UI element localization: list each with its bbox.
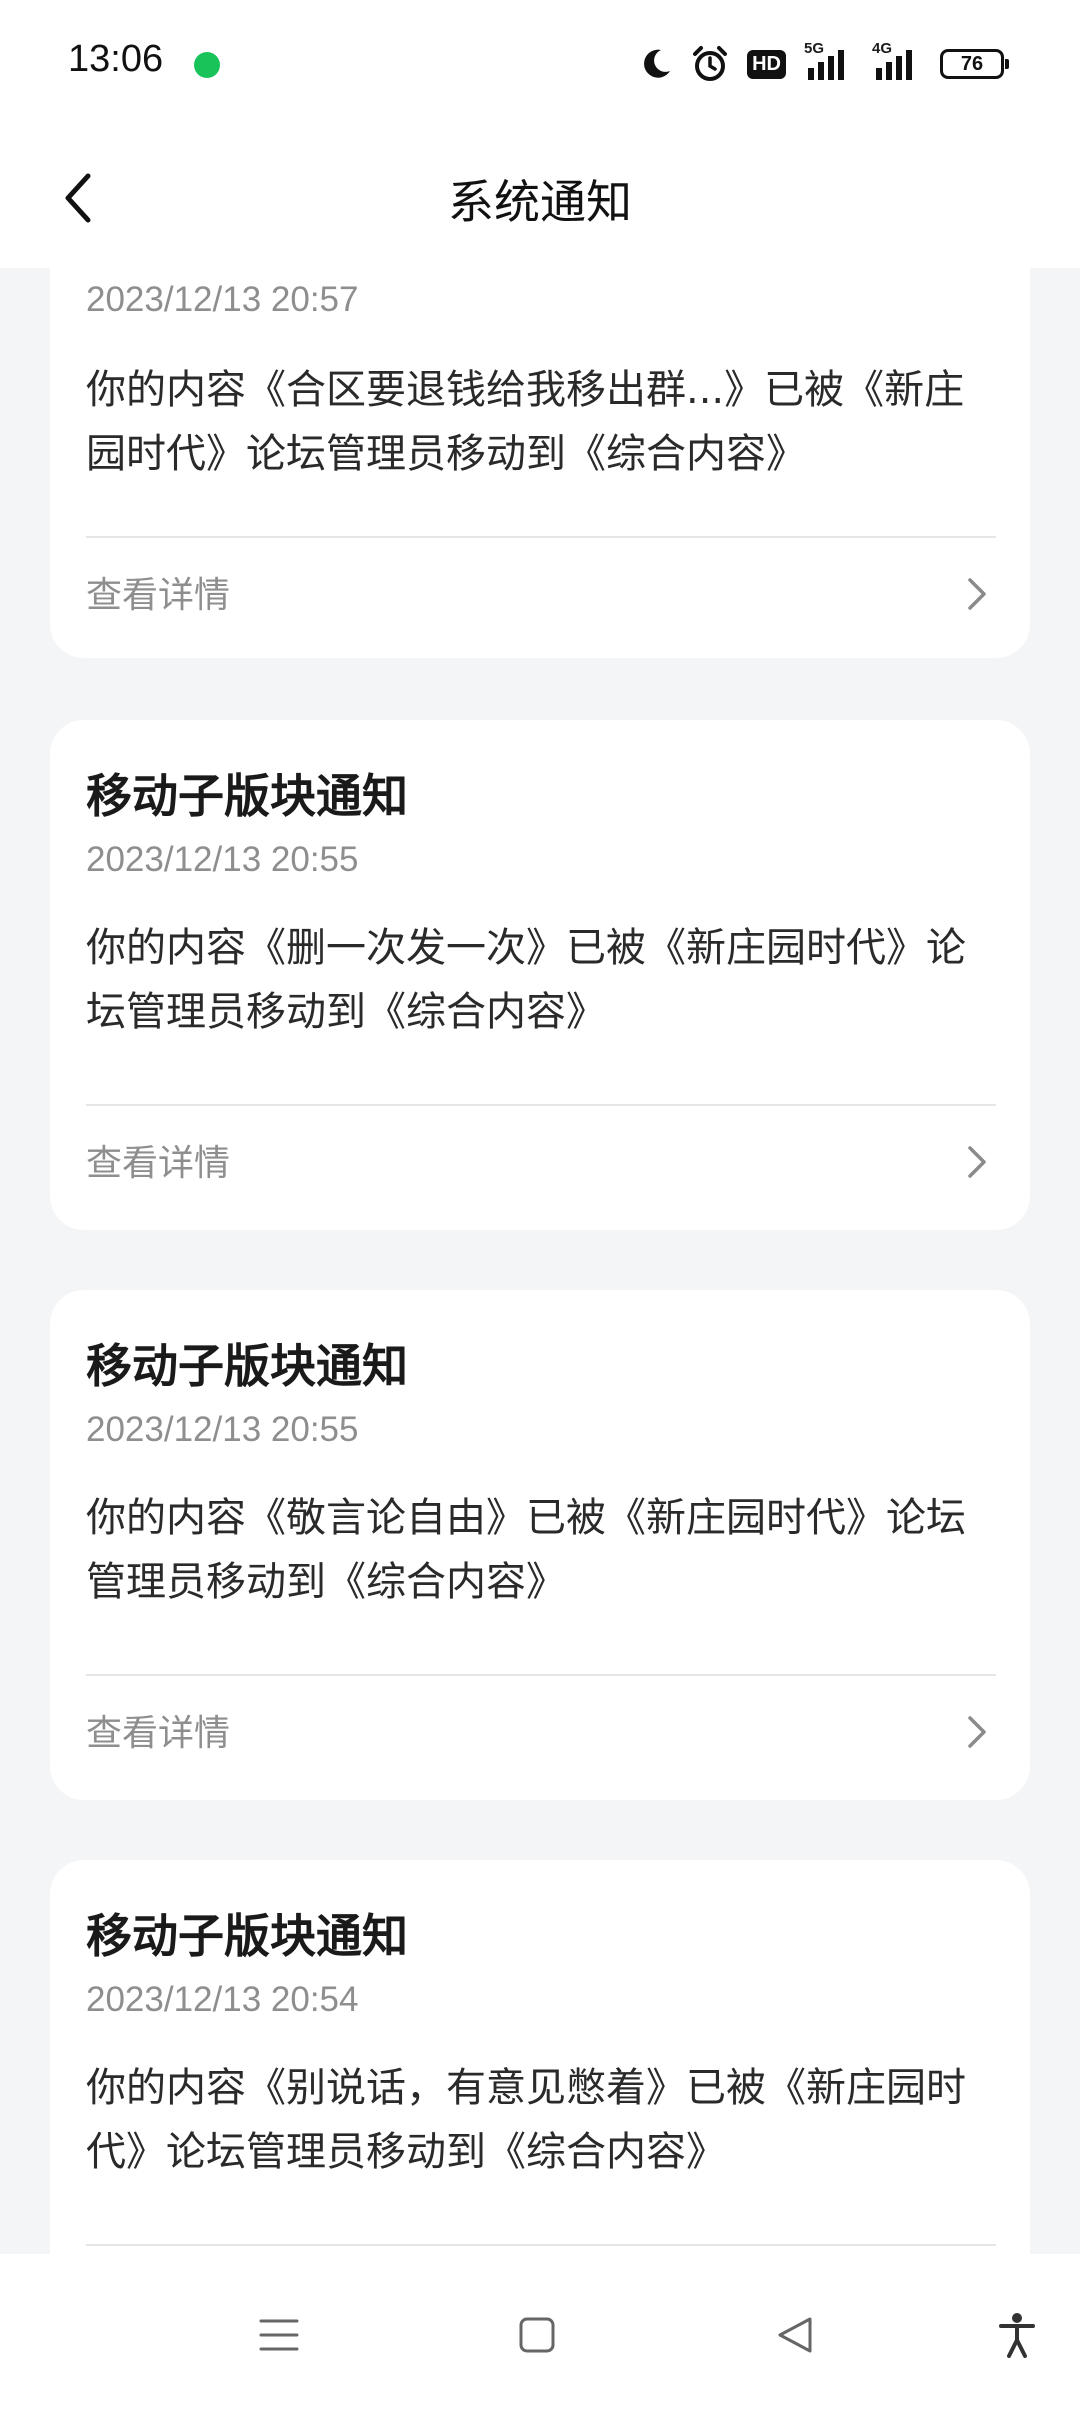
app-header: 系统通知 [0, 130, 1080, 268]
notification-card: 移动子版块通知 2023/12/13 20:55 你的内容《删一次发一次》已被《… [50, 720, 1030, 1230]
notification-card: 移动子版块通知 2023/12/13 20:55 你的内容《敬言论自由》已被《新… [50, 1290, 1030, 1800]
card-title: 移动子版块通知 [86, 1909, 408, 1963]
status-icons: HD 5G 4G 76 [639, 40, 1009, 84]
notification-dot-icon [194, 52, 220, 78]
chevron-right-icon [968, 1146, 986, 1178]
page-title: 系统通知 [448, 175, 632, 229]
system-nav-bar [0, 2254, 1080, 2414]
notification-card: 移动子版块通知 2023/12/13 20:54 你的内容《别说话，有意见憋着》… [50, 1860, 1030, 2254]
notification-list[interactable]: 2023/12/13 20:57 你的内容《合区要退钱给我移出群...》已被《新… [0, 268, 1080, 2254]
notification-card: 2023/12/13 20:57 你的内容《合区要退钱给我移出群...》已被《新… [50, 268, 1030, 658]
nav-back-button[interactable] [760, 2300, 830, 2370]
view-details-label: 查看详情 [86, 1713, 231, 1754]
battery-indicator: 76 [940, 49, 1009, 79]
status-time: 13:06 [68, 38, 164, 80]
view-details-label: 查看详情 [86, 1143, 231, 1184]
accessibility-button[interactable] [982, 2300, 1052, 2370]
card-time: 2023/12/13 20:57 [86, 280, 359, 319]
chevron-right-icon [968, 578, 986, 610]
moon-icon [639, 47, 673, 81]
card-title: 移动子版块通知 [86, 1339, 408, 1393]
alarm-icon [691, 45, 729, 83]
chevron-left-icon [65, 173, 91, 223]
hd-icon: HD [747, 49, 786, 79]
view-details-link[interactable]: 查看详情 [50, 1106, 1030, 1216]
accessibility-icon [999, 2313, 1035, 2358]
signal-4g-icon: 4G [872, 40, 922, 82]
menu-icon [259, 2319, 299, 2351]
card-body: 你的内容《敬言论自由》已被《新庄园时代》论坛管理员移动到《综合内容》 [86, 1495, 966, 1605]
chevron-right-icon [968, 1716, 986, 1748]
view-details-link[interactable]: 查看详情 [50, 538, 1030, 648]
card-title: 移动子版块通知 [86, 769, 408, 823]
home-icon [519, 2317, 555, 2353]
card-time: 2023/12/13 20:55 [86, 840, 359, 879]
back-triangle-icon [778, 2317, 812, 2353]
card-body: 你的内容《别说话，有意见憋着》已被《新庄园时代》论坛管理员移动到《综合内容》 [86, 2065, 966, 2175]
home-button[interactable] [502, 2300, 572, 2370]
card-body: 你的内容《删一次发一次》已被《新庄园时代》论坛管理员移动到《综合内容》 [86, 925, 966, 1035]
card-time: 2023/12/13 20:54 [86, 1980, 359, 2019]
signal-5g-icon: 5G [804, 40, 854, 82]
back-button[interactable] [40, 160, 116, 236]
card-body: 你的内容《合区要退钱给我移出群...》已被《新庄园时代》论坛管理员移动到《综合内… [86, 367, 965, 477]
card-divider [86, 2244, 996, 2246]
menu-button[interactable] [244, 2300, 314, 2370]
status-bar: 13:06 HD 5G 4G 76 [0, 0, 1080, 130]
view-details-link[interactable]: 查看详情 [50, 1676, 1030, 1786]
view-details-label: 查看详情 [86, 575, 231, 616]
card-time: 2023/12/13 20:55 [86, 1410, 359, 1449]
